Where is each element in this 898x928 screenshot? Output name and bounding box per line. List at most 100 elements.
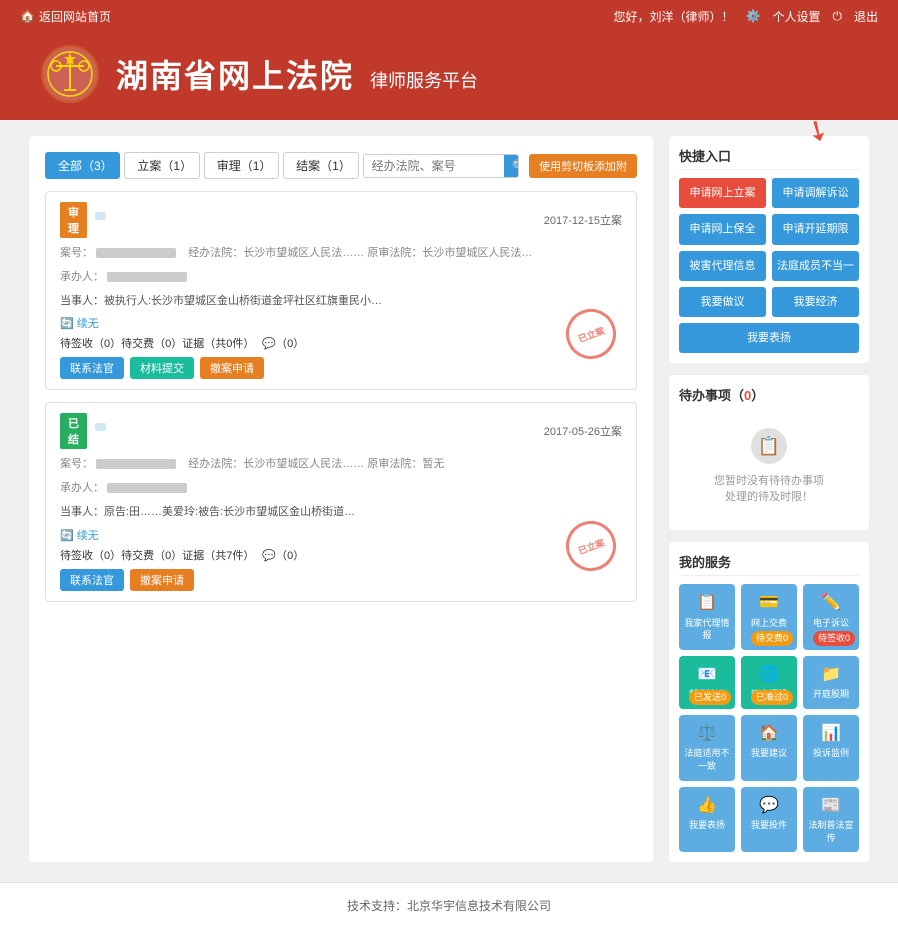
- service-item-4[interactable]: 🌐 网上调解 已准过0: [741, 656, 797, 709]
- quick-btn-court[interactable]: 法庭成员不当一: [772, 251, 859, 281]
- case-no-label-2: 案号：: [60, 458, 93, 470]
- quick-btn-suggestion[interactable]: 我要做议: [679, 287, 766, 317]
- service-item-7[interactable]: 🏠 我要建议: [741, 715, 797, 781]
- party-value-2: [107, 483, 187, 493]
- quick-btn-preservation[interactable]: 申请网上保全: [679, 214, 766, 244]
- export-button[interactable]: 使用剪切板添加附: [529, 154, 637, 178]
- todo-panel: 待办事项（0） 📋 您暂时没有待待办事项 处理的待及时限！: [669, 375, 869, 530]
- service-grid: 📋 我家代理情报 💳 网上交费 待交费0 ✏️ 电子诉讼 待签收0 📧 邮寄访问…: [679, 584, 859, 852]
- service-item-2[interactable]: ✏️ 电子诉讼 待签收0: [803, 584, 859, 650]
- case-info-party-2: 承办人：: [60, 479, 622, 499]
- service-icon-5: 📁: [807, 664, 855, 686]
- msg-count-2: 💬（0）: [262, 547, 304, 563]
- tab-all[interactable]: 全部（3）: [45, 152, 120, 179]
- service-item-1[interactable]: 💳 网上交费 待交费0: [741, 584, 797, 650]
- quick-btn-mediation[interactable]: 申请调解诉讼: [772, 178, 859, 208]
- service-item-9[interactable]: 👍 我要表扬: [679, 787, 735, 853]
- service-item-3[interactable]: 📧 邮寄访问 已发送0: [679, 656, 735, 709]
- search-input[interactable]: [364, 155, 504, 177]
- case-info-partydetail-1: 当事人：被执行人:长沙市望城区金山桥街道金坪社区红旗重民小…: [60, 292, 622, 312]
- service-icon-2: ✏️: [807, 592, 855, 614]
- service-item-5[interactable]: 📁 开庭股期: [803, 656, 859, 709]
- service-label-10: 我要投件: [745, 819, 793, 832]
- service-label-8: 投诉监例: [807, 747, 855, 760]
- service-item-0[interactable]: 📋 我家代理情报: [679, 584, 735, 650]
- my-services-panel: 我的服务 📋 我家代理情报 💳 网上交费 待交费0 ✏️ 电子诉讼 待签收0: [669, 542, 869, 862]
- service-icon-9: 👍: [683, 795, 731, 817]
- site-title-cn: 湖南省网上法院: [116, 51, 354, 97]
- pending-info-1: 待签收（0）待交费（0）证据（共0件）: [60, 335, 254, 351]
- service-item-8[interactable]: 📊 投诉监例: [803, 715, 859, 781]
- action-btn-withdraw-1[interactable]: 撤案申请: [200, 357, 264, 379]
- pending-info-2: 待签收（0）待交费（0）证据（共7件）: [60, 547, 254, 563]
- service-icon-8: 📊: [807, 723, 855, 745]
- todo-empty-state: 📋 您暂时没有待待办事项 处理的待及时限！: [679, 412, 859, 520]
- service-item-11[interactable]: 📰 法制普法宣传: [803, 787, 859, 853]
- case-card-2: 已结 2017-05-26立案 案号： 经办法院：长沙市望城区人民法…… 原审法…: [45, 402, 637, 601]
- settings-icon: ⚙️: [746, 9, 761, 23]
- service-item-10[interactable]: 💬 我要投件: [741, 787, 797, 853]
- case-header-1: 审理 2017-12-15立案: [60, 202, 622, 238]
- logout-link[interactable]: 退出: [854, 8, 878, 25]
- service-label-5: 开庭股期: [807, 688, 855, 701]
- case-no-value-1: [96, 248, 176, 258]
- left-panel: 全部（3） 立案（1） 审理（1） 结案（1） 🔍 使用剪切板添加附 审理 20…: [29, 136, 653, 862]
- case-meta-1: 待签收（0）待交费（0）证据（共0件） 💬（0）: [60, 335, 622, 351]
- service-badge-3: 已发送0: [689, 690, 731, 705]
- action-btn-contact-2[interactable]: 联系法官: [60, 569, 124, 591]
- service-badge-1: 待交费0: [751, 631, 793, 646]
- tab-bar: 全部（3） 立案（1） 审理（1） 结案（1） 🔍 使用剪切板添加附: [45, 152, 637, 179]
- service-badge-4: 已准过0: [751, 690, 793, 705]
- header-titles: 湖南省网上法院 律师服务平台: [116, 51, 478, 97]
- handler-info-2: 经办法院：长沙市望城区人民法…… 原审法院：暂无: [188, 458, 444, 470]
- service-badge-2: 待签收0: [813, 631, 855, 646]
- home-icon: 🏠: [20, 9, 35, 23]
- service-icon-4: 🌐: [745, 664, 793, 686]
- renew-link-1[interactable]: 🔄 续无: [60, 315, 99, 331]
- quick-btn-praise[interactable]: 我要表扬: [679, 323, 859, 353]
- service-icon-6: ⚖️: [683, 723, 731, 745]
- case-title-blur-1: [95, 212, 106, 220]
- footer-text: 技术支持：北京华宇信息技术有限公司: [347, 899, 551, 913]
- quick-btn-filing[interactable]: 申请网上立案: [679, 178, 766, 208]
- renew-link-2[interactable]: 🔄 续无: [60, 527, 99, 543]
- service-icon-11: 📰: [807, 795, 855, 817]
- case-status-badge-2: 已结: [60, 413, 87, 449]
- settings-link[interactable]: 个人设置: [772, 8, 820, 25]
- case-info-partydetail-2: 当事人：原告:田……美爱玲:被告:长沙市望城区金山桥街道…: [60, 503, 622, 523]
- service-item-6[interactable]: ⚖️ 法庭适用不一致: [679, 715, 735, 781]
- case-date-2: 2017-05-26立案: [544, 423, 622, 439]
- party-label-2: 承办人：: [60, 482, 104, 494]
- tab-trial[interactable]: 审理（1）: [204, 152, 279, 179]
- tab-filing[interactable]: 立案（1）: [124, 152, 199, 179]
- quick-btn-economy[interactable]: 我要经济: [772, 287, 859, 317]
- home-link[interactable]: 返回网站首页: [39, 8, 111, 25]
- case-info-party-1: 承办人：: [60, 268, 622, 288]
- todo-title: 待办事项（0）: [679, 385, 859, 404]
- case-actions-1: 联系法官 材料提交 撤案申请: [60, 357, 622, 379]
- case-actions-2: 联系法官 撤案申请: [60, 569, 622, 591]
- action-btn-withdraw-2[interactable]: 撤案申请: [130, 569, 194, 591]
- footer: 技术支持：北京华宇信息技术有限公司: [0, 882, 898, 928]
- main-content: 全部（3） 立案（1） 审理（1） 结案（1） 🔍 使用剪切板添加附 审理 20…: [19, 136, 879, 862]
- top-nav-right: 您好，刘洋（律师）！ ⚙️ 个人设置 ⏻ 退出: [614, 8, 879, 25]
- msg-count-1: 💬（0）: [262, 335, 304, 351]
- case-status-badge-1: 审理: [60, 202, 87, 238]
- logo: [40, 44, 100, 104]
- case-date-1: 2017-12-15立案: [544, 212, 622, 228]
- service-label-1: 网上交费: [745, 617, 793, 630]
- tab-closed[interactable]: 结案（1）: [283, 152, 358, 179]
- party-label-1: 承办人：: [60, 271, 104, 283]
- header: 湖南省网上法院 律师服务平台: [0, 32, 898, 120]
- case-title-blur-2: [95, 423, 106, 431]
- service-icon-1: 💳: [745, 592, 793, 614]
- search-button[interactable]: 🔍: [504, 155, 519, 177]
- service-label-11: 法制普法宣传: [807, 819, 855, 844]
- service-icon-3: 📧: [683, 664, 731, 686]
- todo-empty-text: 您暂时没有待待办事项 处理的待及时限！: [714, 472, 824, 504]
- action-btn-submit-1[interactable]: 材料提交: [130, 357, 194, 379]
- quick-access-grid: 申请网上立案 申请调解诉讼 申请网上保全 申请开延期限 被害代理信息 法庭成员不…: [679, 178, 859, 353]
- quick-btn-proxy[interactable]: 被害代理信息: [679, 251, 766, 281]
- quick-btn-extension[interactable]: 申请开延期限: [772, 214, 859, 244]
- action-btn-contact-1[interactable]: 联系法官: [60, 357, 124, 379]
